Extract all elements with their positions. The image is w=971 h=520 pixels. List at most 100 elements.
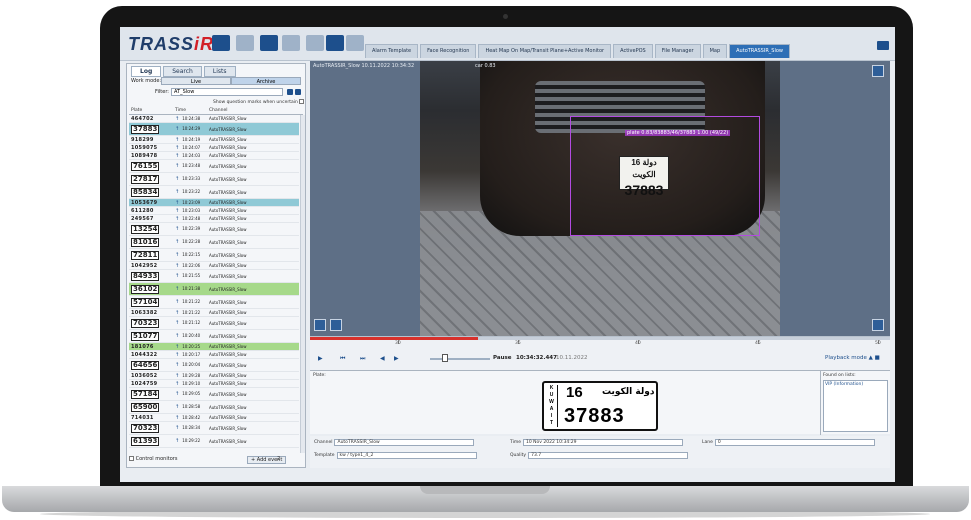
list-icon[interactable] xyxy=(282,35,300,51)
row-plate: 51077 xyxy=(129,331,169,341)
bell-icon[interactable] xyxy=(212,35,230,51)
table-row[interactable]: 57104 ↑ 10:21:22 AutoTRASSIR_Slow xyxy=(129,296,299,309)
export-icon[interactable] xyxy=(330,319,342,331)
log-tab-1[interactable]: Search xyxy=(163,66,202,77)
table-row[interactable]: 84933 ↑ 10:21:55 AutoTRASSIR_Slow xyxy=(129,270,299,283)
settings-icon[interactable] xyxy=(346,35,364,51)
row-time-text: 10:28:42 xyxy=(182,414,201,420)
table-row[interactable]: 64656 ↑ 10:20:04 AutoTRASSIR_Slow xyxy=(129,359,299,372)
layout-icon[interactable] xyxy=(236,35,254,51)
table-row[interactable]: 1042952 ↑ 10:22:06 AutoTRASSIR_Slow xyxy=(129,262,299,270)
row-channel: AutoTRASSIR_Slow xyxy=(209,200,247,205)
mode-archive-button[interactable]: Archive xyxy=(231,77,301,85)
col-plate[interactable]: Plate xyxy=(129,108,169,114)
row-channel: AutoTRASSIR_Slow xyxy=(209,145,247,150)
search-icon[interactable] xyxy=(306,35,324,51)
log-tab-0[interactable]: Log xyxy=(131,66,162,77)
table-row[interactable]: 1044322 ↑ 10:20:17 AutoTRASSIR_Slow xyxy=(129,351,299,359)
table-row[interactable]: 36102 ↑ 10:21:38 AutoTRASSIR_Slow xyxy=(129,283,299,296)
table-row[interactable]: 27817 ↑ 10:23:33 AutoTRASSIR_Slow xyxy=(129,173,299,186)
row-plate-text: 1042952 xyxy=(131,262,158,269)
event-count: 2 xyxy=(277,456,281,462)
time-field: Time 10 Nov 2022 10:34:29 xyxy=(510,439,684,446)
row-time-text: 10:21:55 xyxy=(182,273,201,278)
table-row[interactable]: 81016 ↑ 10:22:28 AutoTRASSIR_Slow xyxy=(129,236,299,249)
filter-select[interactable]: AT_Slow xyxy=(171,88,283,96)
table-row[interactable]: 1063382 ↑ 10:21:22 AutoTRASSIR_Slow xyxy=(129,309,299,317)
row-time-text: 10:22:15 xyxy=(182,252,201,257)
table-row[interactable]: 1024759 ↑ 10:29:10 AutoTRASSIR_Slow xyxy=(129,380,299,388)
table-row[interactable]: 13254 ↑ 10:22:39 AutoTRASSIR_Slow xyxy=(129,223,299,236)
row-plate: 72811 xyxy=(129,250,169,260)
show-question-marks: Show question marks when uncertain xyxy=(213,99,305,105)
log-scrollbar[interactable] xyxy=(300,115,305,453)
add-event-button[interactable]: + Add event xyxy=(247,456,287,464)
table-row[interactable]: 249567 ↑ 10:22:48 AutoTRASSIR_Slow xyxy=(129,215,299,223)
plugin-icon[interactable] xyxy=(326,35,344,51)
table-row[interactable]: 611280 ↑ 10:23:03 AutoTRASSIR_Slow xyxy=(129,207,299,215)
table-row[interactable]: 70323 ↑ 10:28:34 AutoTRASSIR_Slow xyxy=(129,422,299,435)
found-on-lists-value[interactable]: VIP (Information) xyxy=(823,380,888,432)
col-channel[interactable]: Channel xyxy=(209,108,303,114)
table-row[interactable]: 51077 ↑ 10:20:40 AutoTRASSIR_Slow xyxy=(129,330,299,343)
col-time[interactable]: Time xyxy=(169,108,209,114)
table-row[interactable]: 464702 ↑ 10:24:38 AutoTRASSIR_Slow xyxy=(129,115,299,123)
direction-arrow-icon: ↑ xyxy=(175,163,180,169)
table-row[interactable]: 918299 ↑ 10:24:19 AutoTRASSIR_Slow xyxy=(129,136,299,144)
skip-forward-icon[interactable]: ⏭ xyxy=(360,355,365,363)
direction-arrow-icon: ↑ xyxy=(175,226,180,232)
monitor-icon[interactable] xyxy=(260,35,278,51)
tab-0[interactable]: Alarm Template xyxy=(365,44,419,58)
table-row[interactable]: 1036052 ↑ 10:29:28 AutoTRASSIR_Slow xyxy=(129,372,299,380)
table-row[interactable]: 57184 ↑ 10:29:05 AutoTRASSIR_Slow xyxy=(129,388,299,401)
fullscreen-icon[interactable] xyxy=(314,319,326,331)
row-channel: AutoTRASSIR_Slow xyxy=(209,391,247,397)
quality-field: Quality 73.7 xyxy=(510,452,689,459)
row-plate: 611280 xyxy=(129,208,169,214)
tab-5[interactable]: Map xyxy=(702,44,728,58)
row-plate-text: 249567 xyxy=(131,215,154,222)
zoom-icon[interactable] xyxy=(872,65,884,77)
speed-slider[interactable] xyxy=(430,358,490,360)
table-row[interactable]: 1053679 ↑ 10:23:09 AutoTRASSIR_Slow xyxy=(129,199,299,207)
speed-slider-handle[interactable] xyxy=(442,354,448,362)
table-row[interactable]: 85834 ↑ 10:23:22 AutoTRASSIR_Slow xyxy=(129,186,299,199)
table-row[interactable]: 181076 ↑ 10:20:25 AutoTRASSIR_Slow xyxy=(129,343,299,351)
edit-icon[interactable] xyxy=(287,89,293,95)
tab-4[interactable]: File Manager xyxy=(654,44,701,58)
snapshot-icon[interactable] xyxy=(872,319,884,331)
step-back-icon[interactable]: ◀ xyxy=(380,355,385,362)
table-row[interactable]: 72811 ↑ 10:22:15 AutoTRASSIR_Slow xyxy=(129,249,299,262)
row-plate: 181076 xyxy=(129,344,169,350)
tab-3[interactable]: ActivePOS xyxy=(613,44,653,58)
delete-icon[interactable] xyxy=(295,89,301,95)
laptop-base-notch xyxy=(420,486,550,494)
table-row[interactable]: 65900 ↑ 10:28:58 AutoTRASSIR_Slow xyxy=(129,401,299,414)
table-row[interactable]: 37883 ↑ 10:24:29 AutoTRASSIR_Slow xyxy=(129,123,299,136)
tab-2[interactable]: Heat Map On Map/Transit Plane+Active Mon… xyxy=(478,44,612,58)
tab-1[interactable]: Face Recognition xyxy=(420,44,477,58)
step-forward-icon[interactable]: ▶ xyxy=(394,355,399,362)
video-viewport[interactable]: 16 دولة الكويت 37883 plate 0.83/83883/46… xyxy=(310,61,890,336)
table-row[interactable]: 76155 ↑ 10:23:48 AutoTRASSIR_Slow xyxy=(129,160,299,173)
row-time: ↑ 10:29:05 xyxy=(169,391,209,397)
show-question-marks-checkbox[interactable] xyxy=(299,99,305,104)
skip-back-icon[interactable]: ⏮ xyxy=(340,355,345,363)
play-icon[interactable]: ▶ xyxy=(318,355,323,362)
mode-live-button[interactable]: Live xyxy=(161,77,231,85)
playback-mode-button[interactable]: Playback mode ▲ ■ xyxy=(825,355,880,361)
table-row[interactable]: 61393 ↑ 10:29:22 AutoTRASSIR_Slow xyxy=(129,435,299,448)
camera-icon[interactable] xyxy=(877,41,889,50)
timeline-progress[interactable] xyxy=(310,337,479,340)
control-monitors-checkbox[interactable] xyxy=(129,456,134,461)
table-row[interactable]: 714031 ↑ 10:28:42 AutoTRASSIR_Slow xyxy=(129,414,299,422)
log-tab-2[interactable]: Lists xyxy=(203,66,236,77)
table-row[interactable]: 70323 ↑ 10:21:12 AutoTRASSIR_Slow xyxy=(129,317,299,330)
row-time-text: 10:23:09 xyxy=(182,199,201,205)
row-time-text: 10:22:06 xyxy=(182,262,201,268)
table-row[interactable]: 1089478 ↑ 10:24:03 AutoTRASSIR_Slow xyxy=(129,152,299,160)
tab-6[interactable]: AutoTRASSIR_Slow xyxy=(729,44,791,58)
close-icon[interactable]: ■ xyxy=(875,355,880,361)
timeline-track[interactable] xyxy=(478,337,890,340)
table-row[interactable]: 1059075 ↑ 10:24:07 AutoTRASSIR_Slow xyxy=(129,144,299,152)
